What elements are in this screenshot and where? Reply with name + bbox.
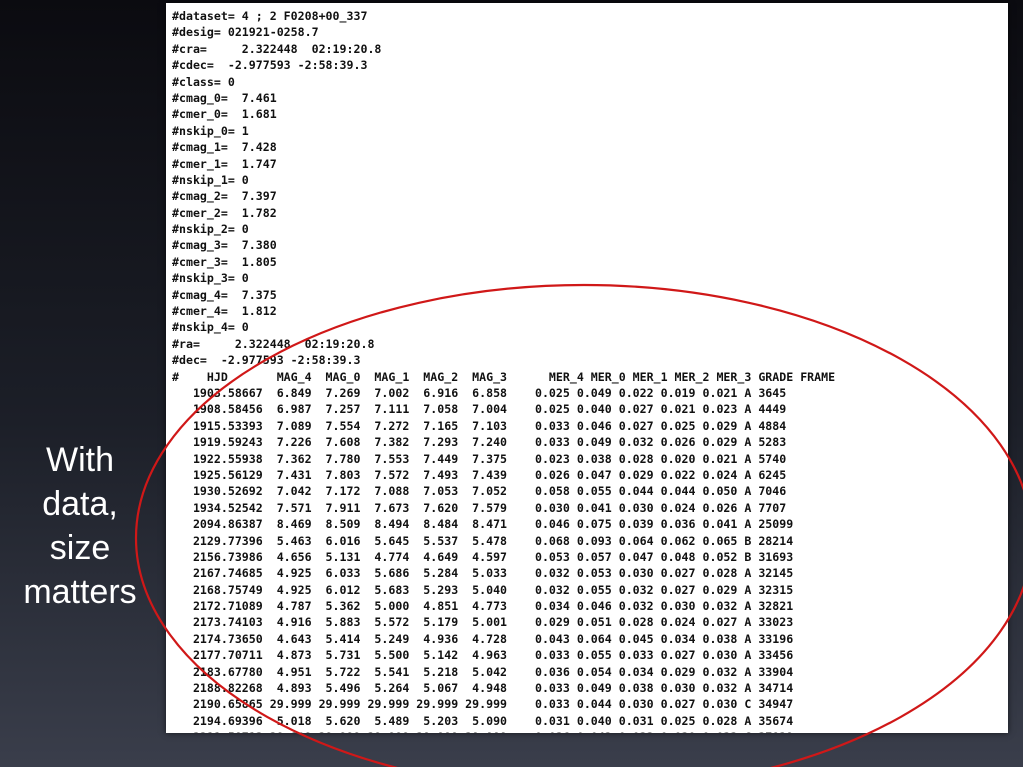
header-line: #cmer_0= 1.681	[172, 107, 277, 122]
header-line: #cmag_3= 7.380	[172, 238, 277, 253]
table-row: 2190.65865 29.999 29.999 29.999 29.999 2…	[172, 697, 794, 712]
table-row: 2156.73986 4.656 5.131 4.774 4.649 4.597…	[172, 549, 794, 564]
header-line: #class= 0	[172, 74, 235, 89]
header-line: #cmag_0= 7.461	[172, 90, 277, 105]
table-row: 2094.86387 8.469 8.509 8.494 8.484 8.471…	[172, 517, 794, 532]
header-line: #nskip_4= 0	[172, 320, 249, 335]
data-file-screenshot: #dataset= 4 ; 2 F0208+00_337 #desig= 0219…	[166, 3, 1008, 733]
table-row: 1925.56129 7.431 7.803 7.572 7.493 7.439…	[172, 467, 787, 482]
table-row: 2174.73650 4.643 5.414 5.249 4.936 4.728…	[172, 631, 794, 646]
header-line: #cmer_3= 1.805	[172, 254, 277, 269]
header-line: #nskip_2= 0	[172, 222, 249, 237]
header-line: #cmer_4= 1.812	[172, 304, 277, 319]
table-row: 2194.69396 5.018 5.620 5.489 5.203 5.090…	[172, 713, 794, 728]
table-row: 2183.67780 4.951 5.722 5.541 5.218 5.042…	[172, 664, 794, 679]
header-line: #nskip_3= 0	[172, 271, 249, 286]
table-row: 1934.52542 7.571 7.911 7.673 7.620 7.579…	[172, 500, 787, 515]
caption-line: With	[46, 441, 114, 479]
header-line: #cdec= -2.977593 -2:58:39.3	[172, 58, 368, 73]
header-line: #cmag_4= 7.375	[172, 287, 277, 302]
table-row: 2173.74103 4.916 5.883 5.572 5.179 5.001…	[172, 615, 794, 630]
table-row: 2172.71089 4.787 5.362 5.000 4.851 4.773…	[172, 599, 794, 614]
header-line: #dataset= 4 ; 2 F0208+00_337	[172, 9, 368, 23]
header-line: #dec= -2.977593 -2:58:39.3	[172, 353, 361, 368]
header-line: #cmag_2= 7.397	[172, 189, 277, 204]
table-row: 2129.77396 5.463 6.016 5.645 5.537 5.478…	[172, 533, 794, 548]
data-file-text: #dataset= 4 ; 2 F0208+00_337 #desig= 0219…	[172, 8, 835, 733]
caption-line: matters	[23, 573, 137, 611]
header-line: #ra= 2.322448 02:19:20.8	[172, 336, 375, 351]
header-line: #nskip_1= 0	[172, 172, 249, 187]
table-row: 2168.75749 4.925 6.012 5.683 5.293 5.040…	[172, 582, 794, 597]
header-line: #cmer_1= 1.747	[172, 156, 277, 171]
header-line: #nskip_0= 1	[172, 123, 249, 138]
header-line: #cmag_1= 7.428	[172, 140, 277, 155]
slide-caption: With data, size matters	[0, 438, 160, 614]
table-row: 2177.70711 4.873 5.731 5.500 5.142 4.963…	[172, 648, 794, 663]
table-row: 2167.74685 4.925 6.033 5.686 5.284 5.033…	[172, 566, 794, 581]
table-row: 1930.52692 7.042 7.172 7.088 7.053 7.052…	[172, 484, 787, 499]
table-row: 2188.82268 4.893 5.496 5.264 5.067 4.948…	[172, 681, 794, 696]
table-row: 1922.55938 7.362 7.780 7.553 7.449 7.375…	[172, 451, 787, 466]
table-row: 1903.58667 6.849 7.269 7.002 6.916 6.858…	[172, 385, 787, 400]
table-row: 1908.58456 6.987 7.257 7.111 7.058 7.004…	[172, 402, 787, 417]
header-line: #cra= 2.322448 02:19:20.8	[172, 41, 382, 56]
table-row: 2211.58713 29.999 29.999 29.999 29.999 2…	[172, 729, 835, 733]
column-header-row: # HJD MAG_4 MAG_0 MAG_1 MAG_2 MAG_3 MER_…	[172, 369, 836, 384]
caption-line: size	[49, 529, 111, 567]
table-row: 1915.53393 7.089 7.554 7.272 7.165 7.103…	[172, 418, 787, 433]
slide: With data, size matters #dataset= 4 ; 2 …	[0, 0, 1023, 767]
caption-line: data,	[42, 485, 118, 523]
table-row: 1919.59243 7.226 7.608 7.382 7.293 7.240…	[172, 435, 787, 450]
header-line: #desig= 021921-0258.7	[172, 25, 319, 40]
header-line: #cmer_2= 1.782	[172, 205, 277, 220]
